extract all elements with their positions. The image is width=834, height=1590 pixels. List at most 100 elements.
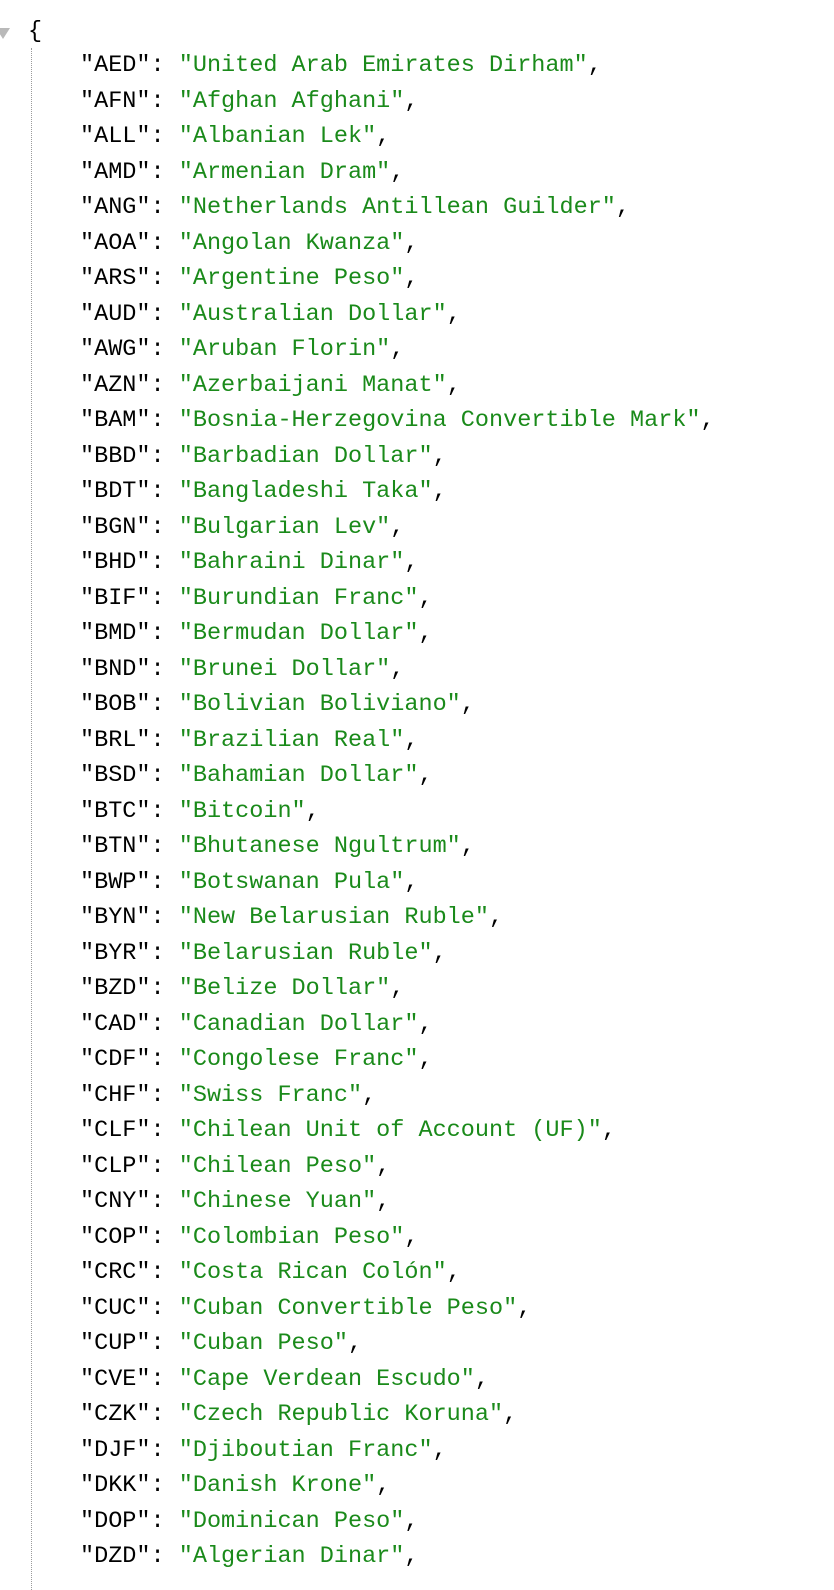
json-value: "Chinese Yuan": [178, 1188, 377, 1215]
json-key: "BIF": [80, 584, 151, 612]
trailing-comma: ,: [404, 726, 419, 754]
json-key: "CUC": [80, 1294, 151, 1322]
json-entry: "AWG": "Aruban Florin",: [80, 332, 715, 368]
json-entry: "DKK": "Danish Krone",: [80, 1468, 715, 1504]
json-entry: "BTC": "Bitcoin",: [80, 794, 715, 830]
trailing-comma: ,: [503, 1401, 518, 1428]
trailing-comma: ,: [376, 1152, 391, 1180]
json-entry: "AUD": "Australian Dollar",: [80, 297, 715, 333]
key-value-separator: :: [150, 1046, 179, 1073]
trailing-comma: ,: [587, 52, 602, 79]
json-key: "ALL": [80, 123, 151, 150]
json-key: "BAM": [80, 407, 151, 434]
json-value: "Azerbaijani Manat": [178, 371, 447, 399]
key-value-separator: :: [150, 336, 179, 363]
key-value-separator: :: [150, 1401, 179, 1428]
trailing-comma: ,: [390, 655, 405, 683]
json-key: "AUD": [80, 300, 151, 328]
json-entry: "CDF": "Congolese Franc",: [80, 1042, 715, 1078]
json-entry: "AED": "United Arab Emirates Dirham",: [80, 48, 715, 84]
json-entry: "BYR": "Belarusian Ruble",: [80, 936, 715, 972]
json-value: "Netherlands Antillean Guilder": [178, 194, 616, 221]
indent-guide: [31, 48, 32, 1590]
json-key: "BND": [80, 655, 151, 683]
trailing-comma: ,: [418, 1010, 433, 1038]
trailing-comma: ,: [404, 229, 419, 257]
collapse-triangle-icon[interactable]: [0, 28, 10, 39]
key-value-separator: :: [150, 549, 179, 576]
json-value: "Czech Republic Koruna": [178, 1401, 504, 1428]
json-key: "BBD": [80, 442, 151, 470]
json-entry: "AOA": "Angolan Kwanza",: [80, 226, 715, 262]
key-value-separator: :: [150, 1152, 179, 1180]
json-key: "DZD": [80, 1543, 151, 1570]
key-value-separator: :: [150, 158, 179, 186]
key-value-separator: :: [150, 1365, 179, 1393]
json-entry: "BIF": "Burundian Franc",: [80, 581, 715, 617]
json-value: "Dominican Peso": [178, 1507, 405, 1535]
json-key: "CRC": [80, 1259, 151, 1286]
trailing-comma: ,: [404, 265, 419, 292]
json-value: "Djiboutian Franc": [178, 1436, 433, 1464]
key-value-separator: :: [150, 1117, 179, 1144]
json-entry: "ANG": "Netherlands Antillean Guilder",: [80, 190, 715, 226]
key-value-separator: :: [150, 1330, 179, 1357]
json-entry: "BAM": "Bosnia-Herzegovina Convertible M…: [80, 403, 715, 439]
json-entry: "CHF": "Swiss Franc",: [80, 1078, 715, 1114]
key-value-separator: :: [150, 1188, 179, 1215]
json-key: "ANG": [80, 194, 151, 221]
json-key: "BSD": [80, 762, 151, 789]
json-key: "DJF": [80, 1436, 151, 1464]
open-brace: {: [28, 18, 43, 45]
trailing-comma: ,: [615, 194, 631, 221]
json-key: "BTN": [80, 833, 151, 860]
json-value: "Cuban Peso": [178, 1330, 348, 1357]
json-entry: "DJF": "Djiboutian Franc",: [80, 1433, 715, 1469]
key-value-separator: :: [150, 904, 179, 931]
json-key: "BYR": [80, 939, 151, 967]
json-value: "Canadian Dollar": [178, 1010, 419, 1038]
json-value: "Bosnia-Herzegovina Convertible Mark": [178, 407, 701, 434]
json-value: "Argentine Peso": [178, 265, 405, 292]
json-entry: "ARS": "Argentine Peso",: [80, 261, 715, 297]
json-key: "CVE": [80, 1365, 151, 1393]
json-entry: "BND": "Brunei Dollar",: [80, 652, 715, 688]
json-key: "CHF": [80, 1081, 151, 1109]
json-value: "Botswanan Pula": [178, 868, 405, 896]
json-key: "CZK": [80, 1401, 151, 1428]
key-value-separator: :: [150, 87, 179, 115]
key-value-separator: :: [150, 1081, 179, 1109]
json-value: "Congolese Franc": [178, 1046, 419, 1073]
key-value-separator: :: [150, 726, 179, 754]
key-value-separator: :: [150, 691, 179, 718]
json-entry: "BWP": "Botswanan Pula",: [80, 865, 715, 901]
json-key: "DOP": [80, 1507, 151, 1535]
key-value-separator: :: [150, 1223, 179, 1251]
json-key: "BGN": [80, 513, 151, 541]
trailing-comma: ,: [432, 1436, 447, 1464]
json-value: "Bhutanese Ngultrum": [178, 833, 461, 860]
json-value: "Bulgarian Lev": [178, 513, 391, 541]
json-key: "AZN": [80, 371, 151, 399]
json-key: "BYN": [80, 904, 151, 931]
key-value-separator: :: [150, 194, 179, 221]
json-key: "COP": [80, 1223, 151, 1251]
key-value-separator: :: [150, 797, 179, 825]
json-value: "Bermudan Dollar": [178, 620, 419, 647]
json-entry: "BZD": "Belize Dollar",: [80, 971, 715, 1007]
json-entry: "ALL": "Albanian Lek",: [80, 119, 715, 155]
json-key: "AWG": [80, 336, 151, 363]
json-value: "Cape Verdean Escudo": [178, 1365, 475, 1393]
json-key: "CLP": [80, 1152, 151, 1180]
json-entry: "COP": "Colombian Peso",: [80, 1220, 715, 1256]
json-entry: "CLF": "Chilean Unit of Account (UF)",: [80, 1113, 715, 1149]
json-entry: "BRL": "Brazilian Real",: [80, 723, 715, 759]
key-value-separator: :: [150, 513, 179, 541]
json-key: "BMD": [80, 620, 151, 647]
json-key: "AFN": [80, 87, 151, 115]
trailing-comma: ,: [418, 1046, 433, 1073]
json-value: "New Belarusian Ruble": [178, 904, 489, 931]
key-value-separator: :: [150, 1472, 179, 1499]
json-value: "Colombian Peso": [178, 1223, 405, 1251]
trailing-comma: ,: [418, 762, 433, 789]
